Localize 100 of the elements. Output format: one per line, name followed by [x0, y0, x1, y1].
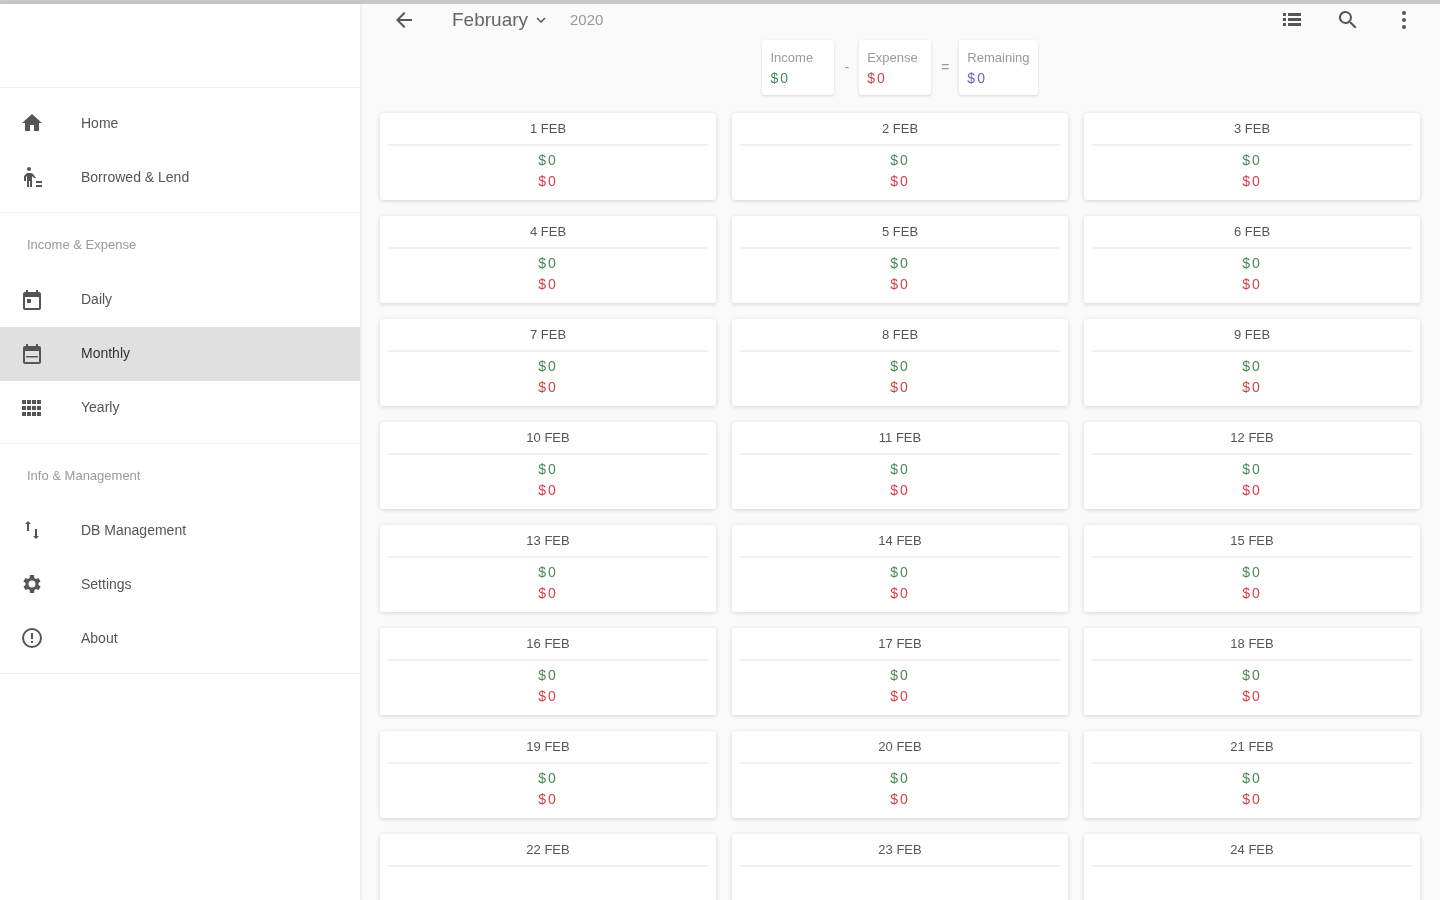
expense-amount: $0 [889, 790, 911, 809]
day-date: 3 FEB [1092, 118, 1412, 146]
day-card[interactable]: 13 FEB $0 $0 [380, 524, 716, 612]
day-date: 15 FEB [1092, 530, 1412, 558]
day-card[interactable]: 4 FEB $0 $0 [380, 215, 716, 303]
income-amount: $0 [537, 151, 559, 170]
expense-amount: $0 [537, 584, 559, 603]
income-amount: $0 [537, 460, 559, 479]
day-card[interactable]: 12 FEB $0 $0 [1084, 421, 1420, 509]
expense-amount: $0 [537, 481, 559, 500]
expense-amount: $0 [1241, 687, 1263, 706]
day-card[interactable]: 23 FEB [732, 833, 1068, 900]
expense-amount: $0 [537, 378, 559, 397]
summary-label: Expense [867, 49, 919, 67]
income-amount: $0 [889, 769, 911, 788]
day-date: 18 FEB [1092, 633, 1412, 661]
expense-amount: $0 [1241, 378, 1263, 397]
income-amount: $0 [889, 460, 911, 479]
expense-amount: $0 [889, 378, 911, 397]
day-date: 10 FEB [388, 427, 708, 455]
day-date: 14 FEB [740, 530, 1060, 558]
income-amount: $0 [1241, 254, 1263, 273]
day-date: 19 FEB [388, 736, 708, 764]
day-date: 1 FEB [388, 118, 708, 146]
day-card[interactable]: 1 FEB $0 $0 [380, 112, 716, 200]
day-date: 24 FEB [1092, 839, 1412, 867]
day-date: 2 FEB [740, 118, 1060, 146]
day-card[interactable]: 22 FEB [380, 833, 716, 900]
drawer-item[interactable]: About [0, 611, 360, 665]
day-card[interactable]: 14 FEB $0 $0 [732, 524, 1068, 612]
income-amount: $0 [889, 357, 911, 376]
day-card[interactable]: 17 FEB $0 $0 [732, 627, 1068, 715]
section-heading: Income & Expense [26, 236, 138, 254]
income-amount: $0 [889, 254, 911, 273]
day-date: 20 FEB [740, 736, 1060, 764]
summary-amount: $0 [770, 68, 792, 88]
day-date: 7 FEB [388, 324, 708, 352]
income-amount: $0 [1241, 460, 1263, 479]
day-date: 4 FEB [388, 221, 708, 249]
day-card[interactable]: 19 FEB $0 $0 [380, 730, 716, 818]
drawer-item[interactable]: Daily [0, 272, 360, 327]
info-icon [20, 626, 44, 650]
income-amount: $0 [889, 666, 911, 685]
drawer-item[interactable]: Monthly [0, 326, 360, 381]
day-date: 17 FEB [740, 633, 1060, 661]
summary-amount: $0 [967, 68, 988, 88]
day-card[interactable]: 24 FEB [1084, 833, 1420, 900]
day-date: 12 FEB [1092, 427, 1412, 455]
expense-amount: $0 [1241, 481, 1263, 500]
day-card[interactable]: 6 FEB $0 $0 [1084, 215, 1420, 303]
expense-amount: $0 [537, 172, 559, 191]
expense-amount: $0 [889, 481, 911, 500]
day-card[interactable]: 8 FEB $0 $0 [732, 318, 1068, 406]
expense-amount: $0 [1241, 790, 1263, 809]
expense-amount: $0 [537, 275, 559, 294]
expense-amount: $0 [889, 275, 911, 294]
income-amount: $0 [537, 666, 559, 685]
income-amount: $0 [1241, 666, 1263, 685]
drawer-item[interactable]: Home [0, 96, 360, 150]
expense-amount: $0 [1241, 172, 1263, 191]
drawer-item[interactable]: Yearly [0, 380, 360, 435]
income-amount: $0 [1241, 769, 1263, 788]
expense-amount: $0 [1241, 275, 1263, 294]
income-amount: $0 [889, 563, 911, 582]
expense-amount: $0 [889, 687, 911, 706]
income-amount: $0 [537, 357, 559, 376]
day-card[interactable]: 21 FEB $0 $0 [1084, 730, 1420, 818]
day-card[interactable]: 18 FEB $0 $0 [1084, 627, 1420, 715]
income-amount: $0 [1241, 357, 1263, 376]
summary-label: Income [770, 49, 815, 67]
income-amount: $0 [537, 563, 559, 582]
day-date: 11 FEB [740, 427, 1060, 455]
day-date: 22 FEB [388, 839, 708, 867]
day-date: 8 FEB [740, 324, 1060, 352]
day-date: 5 FEB [740, 221, 1060, 249]
day-card[interactable]: 20 FEB $0 $0 [732, 730, 1068, 818]
day-card[interactable]: 3 FEB $0 $0 [1084, 112, 1420, 200]
day-card[interactable]: 7 FEB $0 $0 [380, 318, 716, 406]
day-card[interactable]: 10 FEB $0 $0 [380, 421, 716, 509]
day-card[interactable]: 15 FEB $0 $0 [1084, 524, 1420, 612]
day-date: 6 FEB [1092, 221, 1412, 249]
day-card[interactable]: 2 FEB $0 $0 [732, 112, 1068, 200]
expense-amount: $0 [1241, 584, 1263, 603]
expense-amount: $0 [889, 584, 911, 603]
drawer-item[interactable]: Borrowed & Lend [0, 150, 360, 204]
drawer-item[interactable]: Settings [0, 557, 360, 611]
year-label: 2020 [570, 9, 604, 30]
income-amount: $0 [889, 151, 911, 170]
day-card[interactable]: 5 FEB $0 $0 [732, 215, 1068, 303]
expense-amount: $0 [537, 687, 559, 706]
day-card[interactable]: 11 FEB $0 $0 [732, 421, 1068, 509]
month-dropdown[interactable]: February [446, 4, 557, 36]
drawer-item[interactable]: DB Management [0, 503, 360, 557]
operator-sign: = [941, 57, 950, 77]
day-card[interactable]: 16 FEB $0 $0 [380, 627, 716, 715]
day-card[interactable]: 9 FEB $0 $0 [1084, 318, 1420, 406]
income-amount: $0 [1241, 151, 1263, 170]
expense-amount: $0 [889, 172, 911, 191]
operator-sign: - [844, 57, 850, 77]
calendar-day-icon [20, 287, 44, 312]
